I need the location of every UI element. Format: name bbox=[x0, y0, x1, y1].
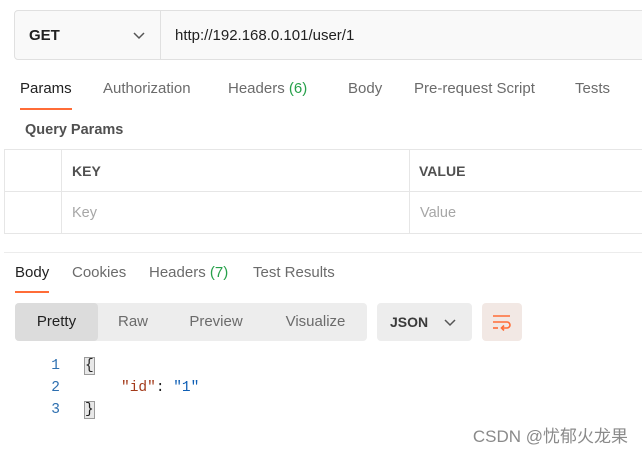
request-url-bar: GET http://192.168.0.101/user/1 bbox=[14, 10, 642, 60]
open-brace: { bbox=[84, 357, 95, 375]
url-input[interactable]: http://192.168.0.101/user/1 bbox=[161, 11, 642, 59]
query-params-title: Query Params bbox=[25, 122, 124, 138]
tab-authorization[interactable]: Authorization bbox=[103, 80, 191, 97]
tab-label: Authorization bbox=[103, 80, 191, 97]
tab-label: Test Results bbox=[253, 264, 335, 281]
tab-tests[interactable]: Tests bbox=[575, 80, 610, 97]
view-preview-button[interactable]: Preview bbox=[170, 303, 262, 341]
table-header-row: KEY VALUE bbox=[5, 150, 642, 192]
view-raw-button[interactable]: Raw bbox=[98, 303, 168, 341]
tab-label: Pre-request Script bbox=[414, 80, 535, 97]
tab-label: Body bbox=[348, 80, 383, 97]
code-line: "id": "1" bbox=[121, 377, 199, 399]
view-pretty-button[interactable]: Pretty bbox=[15, 303, 98, 341]
line-number: 1 bbox=[51, 358, 60, 374]
tab-label: Body bbox=[15, 264, 50, 281]
tab-cookies[interactable]: Cookies bbox=[72, 264, 126, 281]
format-select[interactable]: JSON bbox=[377, 303, 472, 341]
view-visualize-button[interactable]: Visualize bbox=[268, 303, 363, 341]
key-header: KEY bbox=[72, 163, 101, 179]
format-label: JSON bbox=[390, 314, 429, 330]
method-label: GET bbox=[29, 26, 60, 44]
line-number: 2 bbox=[51, 380, 60, 396]
tab-response-headers[interactable]: Headers (7) bbox=[149, 264, 228, 281]
headers-count: (7) bbox=[209, 264, 229, 281]
headers-count: (6) bbox=[288, 80, 308, 97]
code-line: } bbox=[84, 399, 95, 421]
json-value: "1" bbox=[173, 380, 200, 396]
tab-label: Cookies bbox=[72, 264, 127, 281]
json-key: "id" bbox=[121, 380, 156, 396]
wrap-lines-button[interactable] bbox=[482, 303, 522, 341]
tab-pre-request-script[interactable]: Pre-request Script bbox=[414, 80, 535, 97]
close-brace: } bbox=[84, 401, 95, 419]
tab-label: Tests bbox=[575, 80, 611, 97]
value-header: VALUE bbox=[419, 163, 466, 179]
tab-label: Headers bbox=[149, 264, 206, 281]
tab-response-body[interactable]: Body bbox=[15, 264, 50, 293]
wrap-lines-icon bbox=[493, 315, 511, 331]
line-number: 3 bbox=[51, 402, 60, 418]
method-select[interactable]: GET bbox=[15, 11, 161, 59]
watermark: CSDN @忧郁火龙果 bbox=[472, 427, 628, 446]
section-divider bbox=[4, 252, 642, 253]
tab-test-results[interactable]: Test Results bbox=[253, 264, 335, 281]
url-text: http://192.168.0.101/user/1 bbox=[175, 26, 355, 44]
table-row: Key Value bbox=[5, 192, 642, 234]
key-input[interactable]: Key bbox=[72, 205, 97, 221]
tab-label: Headers bbox=[228, 80, 285, 97]
view-mode-selector: Pretty Raw Preview Visualize bbox=[15, 303, 367, 341]
value-input[interactable]: Value bbox=[420, 205, 456, 221]
params-table: KEY VALUE Key Value bbox=[4, 149, 642, 234]
tab-headers[interactable]: Headers (6) bbox=[228, 80, 307, 97]
tab-body[interactable]: Body bbox=[348, 80, 382, 97]
json-colon: : bbox=[155, 380, 174, 396]
tab-params[interactable]: Params bbox=[20, 80, 72, 110]
tab-label: Params bbox=[20, 80, 72, 97]
chevron-down-icon bbox=[133, 32, 145, 40]
code-line: { bbox=[84, 355, 95, 377]
chevron-down-icon bbox=[444, 319, 456, 327]
